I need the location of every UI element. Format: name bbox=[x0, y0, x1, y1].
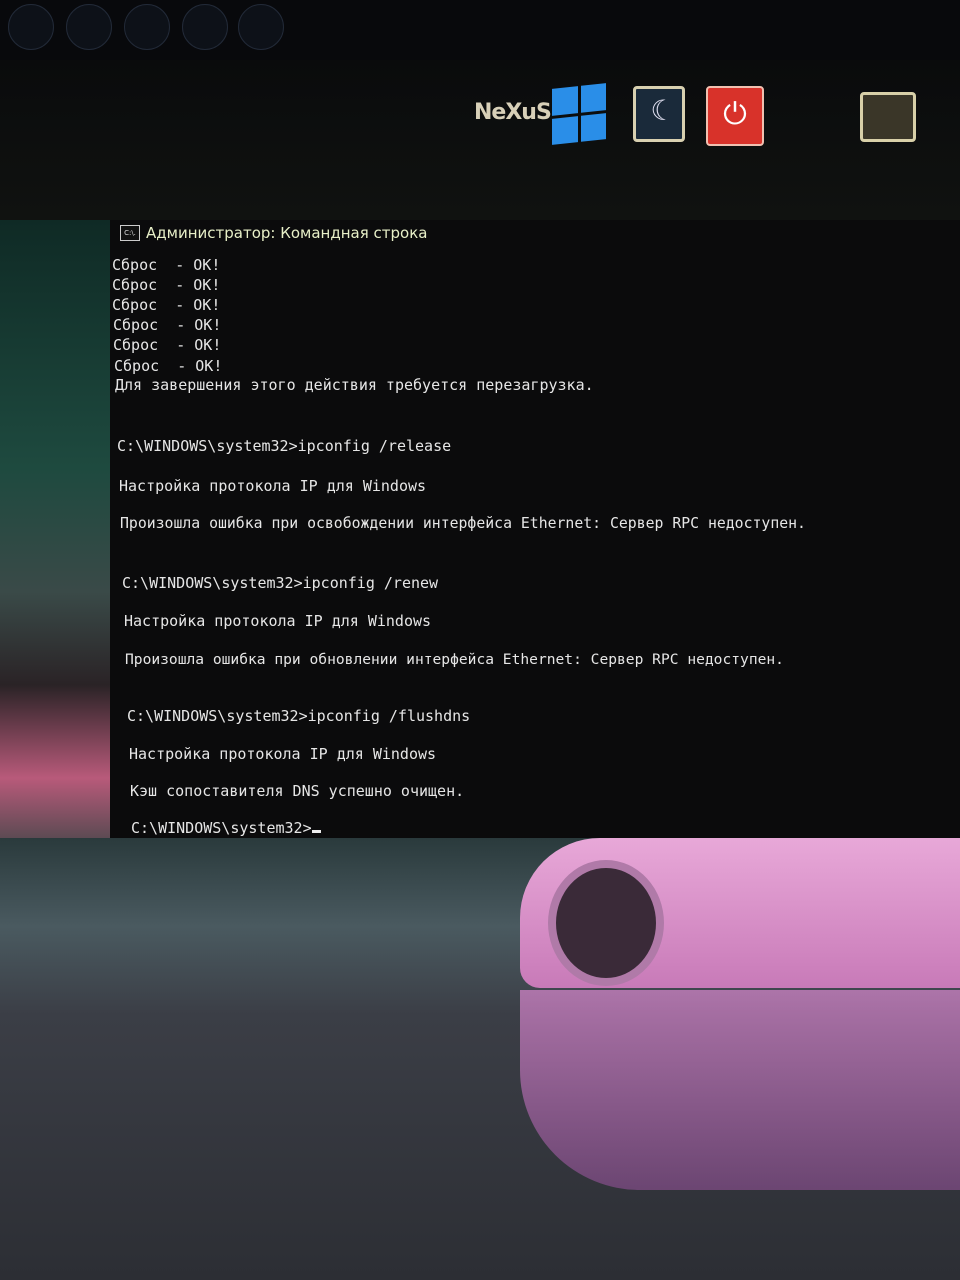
console-line: Для завершения этого действия требуется … bbox=[115, 376, 594, 394]
console-line: Произошла ошибка при освобождении интерф… bbox=[120, 515, 806, 532]
console-line: C:\WINDOWS\system32>ipconfig /flushdns bbox=[127, 707, 471, 725]
gadget-icon[interactable] bbox=[66, 4, 112, 50]
console-line: Настройка протокола IP для Windows bbox=[119, 477, 427, 495]
sleep-icon[interactable]: ☾ bbox=[633, 86, 685, 142]
wallpaper-reflection bbox=[520, 990, 960, 1190]
window-title: Администратор: Командная строка bbox=[146, 224, 428, 242]
gadget-icon[interactable] bbox=[182, 4, 228, 50]
console-line: Настройка протокола IP для Windows bbox=[124, 612, 432, 630]
window-title-bar[interactable]: C:\. Администратор: Командная строка bbox=[120, 224, 427, 242]
console-line: Настройка протокола IP для Windows bbox=[129, 745, 437, 763]
top-toolbar bbox=[0, 0, 960, 60]
console-line: C:\WINDOWS\system32>ipconfig /renew bbox=[122, 574, 439, 592]
console-line: Сброс - OK! bbox=[113, 316, 222, 334]
console-line: Сброс - OK! bbox=[112, 276, 221, 294]
console-line: Кэш сопоставителя DNS успешно очищен. bbox=[130, 782, 465, 800]
power-icon[interactable]: ⏻ bbox=[706, 86, 764, 146]
text-cursor bbox=[311, 830, 321, 833]
console-line: Сброс - OK! bbox=[113, 336, 222, 354]
nexus-logo[interactable]: NeXuS bbox=[474, 100, 552, 125]
console-line: C:\WINDOWS\system32>ipconfig /release bbox=[117, 437, 452, 455]
wallpaper-wheel bbox=[548, 860, 664, 986]
cmd-icon: C:\. bbox=[120, 225, 140, 241]
console-prompt[interactable]: C:\WINDOWS\system32> bbox=[131, 819, 321, 837]
gadget-icon[interactable] bbox=[124, 4, 170, 50]
gadget-icon[interactable] bbox=[238, 4, 284, 50]
windows-icon[interactable] bbox=[552, 83, 606, 145]
gadget-icon[interactable] bbox=[8, 4, 54, 50]
console-line: Произошла ошибка при обновлении интерфей… bbox=[125, 651, 784, 668]
console-line: Сброс - OK! bbox=[114, 357, 223, 375]
nexus-dock bbox=[0, 60, 960, 220]
console-line: Сброс - OK! bbox=[112, 296, 221, 314]
wallpaper bbox=[0, 220, 112, 840]
console-line: Сброс - OK! bbox=[112, 256, 221, 274]
device-icon[interactable] bbox=[860, 92, 916, 142]
prompt-text: C:\WINDOWS\system32> bbox=[131, 819, 312, 837]
